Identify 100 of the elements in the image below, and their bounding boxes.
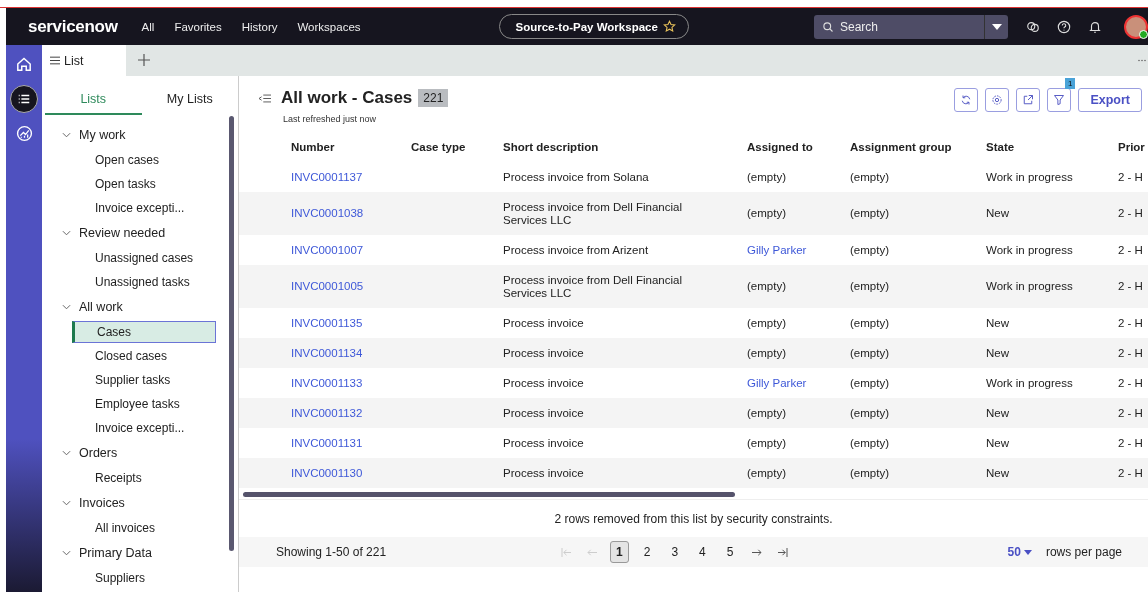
table-cell: New (986, 207, 1009, 219)
tree-group[interactable]: Review needed (62, 221, 238, 245)
analytics-icon[interactable] (15, 125, 33, 142)
page-button[interactable]: 3 (665, 541, 685, 563)
case-number-link[interactable]: INVC0001130 (291, 466, 363, 479)
list-icon[interactable] (10, 85, 38, 113)
table-cell: 2 - H (1118, 170, 1143, 183)
filter-count-badge: 1 (1064, 78, 1076, 89)
column-header[interactable]: Number (239, 132, 411, 162)
tree-group[interactable]: My work (62, 123, 238, 147)
tree-item[interactable]: Closed cases (72, 345, 214, 367)
collapse-panel-icon[interactable] (259, 93, 271, 103)
column-header[interactable]: Assignment group (850, 132, 986, 162)
table-cell: (empty) (850, 466, 889, 479)
star-icon[interactable] (662, 20, 676, 33)
page-button[interactable]: 1 (610, 541, 629, 563)
tree-item[interactable]: Unassigned cases (72, 247, 214, 269)
nav-link[interactable]: Workspaces (297, 20, 361, 33)
case-number-link[interactable]: INVC0001134 (291, 346, 363, 359)
assignee-link[interactable]: Gilly Parker (747, 243, 807, 256)
tree-item[interactable]: Unassigned tasks (72, 271, 214, 293)
table-cell: Work in progress (986, 243, 1073, 256)
column-header[interactable]: Case type (411, 132, 503, 162)
case-number-link[interactable]: INVC0001132 (291, 406, 363, 419)
table-cell: Work in progress (986, 280, 1073, 292)
export-button[interactable]: Export (1078, 88, 1142, 112)
horizontal-scrollbar[interactable] (243, 492, 735, 497)
table-cell-text: Process invoice (503, 376, 585, 390)
table-cell: (empty) (850, 280, 889, 292)
filter-button[interactable] (1047, 88, 1072, 112)
logo[interactable]: servicenow (28, 16, 118, 37)
tree-item[interactable]: Supplier tasks (72, 369, 214, 391)
case-number-link[interactable]: INVC0001007 (291, 243, 364, 256)
column-header[interactable]: Short description (503, 132, 747, 162)
group-label: Invoices (79, 496, 125, 510)
home-icon[interactable] (15, 55, 33, 73)
search-dropdown-button[interactable] (984, 14, 1008, 39)
more-icon[interactable] (1138, 59, 1146, 62)
tree-item[interactable]: Open cases (72, 149, 214, 171)
search-field[interactable]: Search (814, 14, 984, 39)
panel-tab[interactable]: My Lists (141, 86, 238, 115)
share-button[interactable] (1016, 88, 1041, 112)
tree-item[interactable]: Employee tasks (72, 393, 214, 415)
filter-icon (1053, 94, 1066, 106)
next-page-icon[interactable] (751, 547, 763, 557)
user-avatar[interactable] (1124, 14, 1148, 39)
chevron-icon (62, 500, 71, 506)
tree-item[interactable]: Suppliers (72, 567, 214, 589)
table-cell: (empty) (850, 406, 889, 419)
page-button[interactable]: 4 (693, 541, 712, 563)
case-number-link[interactable]: INVC0001131 (291, 436, 363, 449)
table-cell-text: Process invoice (503, 316, 585, 330)
add-tab-icon[interactable] (138, 54, 150, 66)
column-header[interactable]: Assigned to (747, 132, 850, 162)
case-number-link[interactable]: INVC0001005 (291, 280, 364, 292)
table-cell: 2 - H (1118, 406, 1143, 419)
tree-group[interactable]: Orders (62, 441, 238, 465)
page-button[interactable]: 2 (637, 541, 657, 563)
case-number-link[interactable]: INVC0001038 (291, 207, 364, 219)
column-header[interactable]: Prior (1118, 132, 1148, 162)
tree-group[interactable]: All work (62, 295, 238, 319)
help-icon[interactable] (1057, 19, 1071, 34)
table-cell: Work in progress (986, 170, 1073, 183)
table-cell: 2 - H (1118, 466, 1143, 479)
case-number-link[interactable]: INVC0001133 (291, 376, 363, 389)
rows-per-page-dropdown[interactable]: 50 (1007, 545, 1032, 559)
list-icon (50, 56, 60, 65)
last-page-icon[interactable] (777, 547, 789, 557)
group-label: All work (79, 300, 123, 314)
nav-link[interactable]: Favorites (174, 20, 222, 33)
panel-tab[interactable]: Lists (45, 86, 142, 115)
chat-icon[interactable] (1026, 19, 1040, 34)
tree-group[interactable]: Primary Data (62, 541, 238, 565)
tree-group[interactable]: Invoices (62, 491, 238, 515)
nav-link[interactable]: All (141, 20, 155, 33)
table-cell: (empty) (747, 207, 786, 219)
tree-item[interactable]: Open tasks (72, 173, 214, 195)
refresh-icon (960, 94, 973, 106)
notification-bell-icon[interactable] (1088, 19, 1102, 34)
share-icon (1022, 94, 1035, 106)
tree-item[interactable]: Receipts (72, 467, 214, 489)
tree-item[interactable]: Cases (72, 321, 216, 343)
chevron-icon (62, 550, 71, 556)
assignee-link[interactable]: Gilly Parker (747, 376, 807, 389)
tree-item[interactable]: Invoice excepti... (72, 417, 214, 439)
table-cell: 2 - H (1118, 346, 1143, 359)
table-cell: New (986, 466, 1009, 479)
refresh-status: Last refreshed just now (283, 114, 378, 124)
page-button[interactable]: 5 (720, 541, 740, 563)
page-tab[interactable]: List (42, 45, 126, 76)
tree-item[interactable]: All invoices (72, 517, 214, 539)
settings-icon (991, 94, 1004, 106)
column-header[interactable]: State (986, 132, 1118, 162)
tree-item[interactable]: Invoice excepti... (72, 197, 214, 219)
refresh-button[interactable] (954, 88, 979, 112)
case-number-link[interactable]: INVC0001137 (291, 170, 363, 183)
tab-label: List (64, 53, 84, 68)
security-notice: 2 rows removed from this list by security constraints. (553, 511, 834, 528)
case-number-link[interactable]: INVC0001135 (291, 316, 363, 329)
nav-link[interactable]: History (241, 20, 278, 33)
